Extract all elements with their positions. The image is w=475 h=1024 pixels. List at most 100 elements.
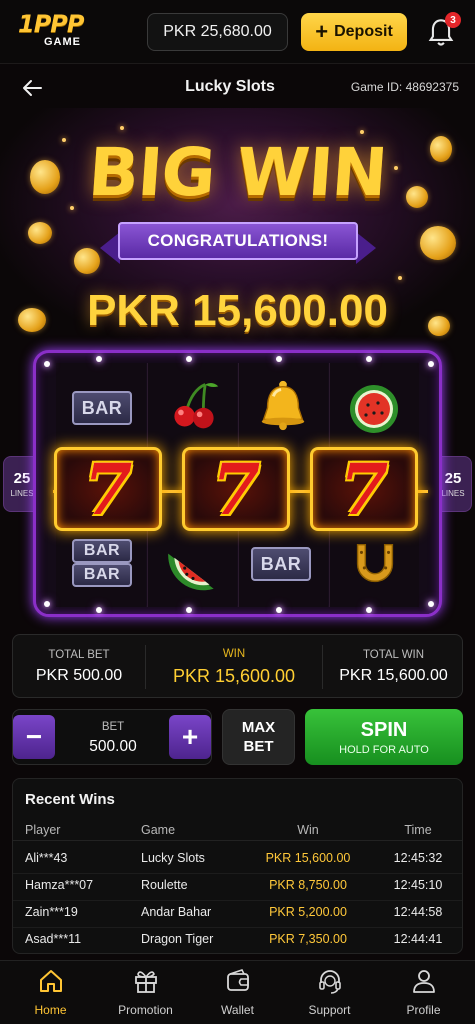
frame-light [186, 607, 192, 613]
win-cell: PKR 5,200.00 [269, 905, 347, 919]
brand-logo[interactable]: 1PPP GAME [18, 10, 98, 56]
decrease-bet-button[interactable]: − [13, 715, 55, 759]
deposit-button[interactable]: + Deposit [301, 13, 407, 51]
nav-profile[interactable]: Profile [376, 967, 471, 1023]
user-icon [412, 970, 435, 993]
coin-icon [420, 226, 456, 260]
win-cell: PKR 7,350.00 [269, 932, 347, 946]
big-win-headline: BIG WIN [85, 134, 389, 211]
bet-label: BET [101, 721, 125, 733]
column-header-time: Time [404, 823, 432, 837]
frame-light [428, 361, 434, 367]
win-value: PKR 15,600.00 [172, 665, 296, 686]
frame-light [366, 607, 372, 613]
table-row: Ali***43 Lucky Slots PKR 15,600.00 12:45… [13, 847, 462, 874]
bet-stepper: − BET 500.00 + [12, 709, 212, 765]
big-win-banner: BIG WIN CONGRATULATIONS! PKR 15,600.00 [0, 108, 475, 348]
time-cell: 12:44:41 [393, 932, 443, 946]
logo-subtext: GAME [44, 36, 81, 48]
frame-light [44, 601, 50, 607]
max-bet-button[interactable]: MAX BET [222, 709, 295, 765]
total-win-cell: TOTAL WIN PKR 15,600.00 [323, 635, 464, 699]
nav-home-label: Home [34, 1003, 67, 1017]
win-cell: PKR 8,750.00 [269, 878, 347, 892]
cherry-icon [174, 382, 219, 429]
nav-home[interactable]: Home [3, 967, 98, 1023]
headset-icon [318, 970, 341, 994]
frame-light [44, 361, 50, 367]
column-header-win: Win [297, 823, 319, 837]
frame-light [186, 356, 192, 362]
bar-symbol: BAR [72, 391, 132, 425]
game-cell: Lucky Slots [141, 851, 205, 865]
frame-light [276, 356, 282, 362]
back-arrow-icon[interactable] [20, 76, 44, 100]
time-cell: 12:44:58 [393, 905, 443, 919]
game-cell: Roulette [141, 878, 188, 892]
frame-light [366, 356, 372, 362]
recent-wins-panel: Recent Wins Player Game Win Time Ali***4… [12, 778, 463, 954]
game-title: Lucky Slots [185, 78, 275, 95]
notification-badge: 3 [445, 12, 461, 28]
game-id: Game ID: 48692375 [350, 80, 459, 94]
table-row: Zain***19 Andar Bahar PKR 5,200.00 12:44… [13, 901, 462, 928]
total-bet-label: TOTAL BET [48, 649, 110, 661]
seven-symbol: 7 [339, 447, 389, 531]
top-bar: 1PPP GAME PKR 25,680.00 + Deposit 3 [0, 0, 475, 64]
time-cell: 12:45:10 [393, 878, 443, 892]
seven-symbol: 7 [83, 447, 133, 531]
watermelon-icon [350, 385, 398, 433]
game-cell: Dragon Tiger [141, 932, 214, 946]
frame-light [428, 601, 434, 607]
nav-promotion-label: Promotion [118, 1003, 173, 1017]
win-label: WIN [222, 647, 246, 660]
watermelon-slice-icon [168, 553, 214, 591]
horseshoe-icon [356, 543, 394, 583]
slot-reels: BAR 7 7 7 BAR BAR BAR [33, 350, 442, 617]
logo-text: 1PPP [18, 10, 84, 38]
frame-light [96, 356, 102, 362]
nav-wallet[interactable]: Wallet [190, 967, 285, 1023]
bell-symbol-icon [261, 380, 305, 431]
balance-display: PKR 25,680.00 [147, 13, 288, 51]
max-bet-label-line1: MAX [241, 719, 276, 736]
plus-icon: + [315, 19, 329, 44]
table-row: Asad***11 Dragon Tiger PKR 7,350.00 12:4… [13, 928, 462, 953]
nav-profile-label: Profile [406, 1003, 441, 1017]
player-cell: Asad***11 [25, 932, 82, 946]
sparkle-icon [398, 276, 402, 280]
bet-summary: TOTAL BET PKR 500.00 WIN PKR 15,600.00 T… [12, 634, 463, 698]
total-win-value: PKR 15,600.00 [339, 667, 448, 684]
bet-value: 500.00 [89, 738, 137, 755]
column-header-player: Player [25, 823, 61, 837]
prize-amount: PKR 15,600.00 [87, 286, 388, 335]
spin-button[interactable]: SPIN HOLD FOR AUTO [305, 709, 463, 765]
wallet-icon [226, 969, 249, 991]
home-icon [39, 970, 62, 992]
bar-symbol: BAR [251, 547, 311, 581]
increase-bet-button[interactable]: + [169, 715, 211, 759]
ribbon-tail-right [356, 232, 376, 264]
recent-wins-title: Recent Wins [25, 791, 115, 808]
total-bet-cell: TOTAL BET PKR 500.00 [13, 635, 145, 699]
nav-support[interactable]: Support [282, 967, 377, 1023]
coin-icon [28, 222, 52, 244]
bar-symbol: BAR [72, 563, 132, 587]
nav-promotion[interactable]: Promotion [98, 967, 193, 1023]
total-bet-value: PKR 500.00 [35, 667, 123, 684]
time-cell: 12:45:32 [393, 851, 443, 865]
frame-light [276, 607, 282, 613]
frame-light [96, 607, 102, 613]
table-row: Hamza***07 Roulette PKR 8,750.00 12:45:1… [13, 874, 462, 901]
player-cell: Ali***43 [25, 851, 68, 865]
bar-symbol: BAR [72, 539, 132, 563]
gift-icon [134, 971, 157, 993]
player-cell: Hamza***07 [25, 878, 94, 892]
seven-symbol: 7 [211, 447, 261, 531]
max-bet-label-line2: BET [243, 738, 274, 755]
table-header: Player Game Win Time [13, 821, 462, 841]
spin-sublabel: HOLD FOR AUTO [339, 743, 429, 756]
nav-support-label: Support [308, 1003, 351, 1017]
sparkle-icon [120, 126, 124, 130]
win-cell: WIN PKR 15,600.00 [146, 635, 322, 699]
